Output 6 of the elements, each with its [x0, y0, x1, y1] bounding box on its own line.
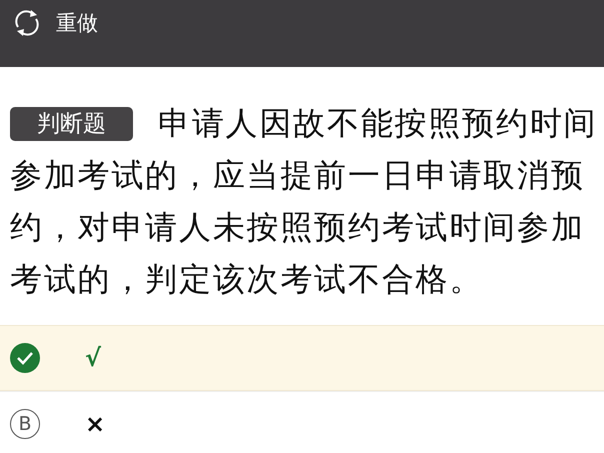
option-letter: B [10, 409, 40, 439]
redo-button[interactable]: 重做 [12, 8, 98, 38]
question-text: 判断题 申请人因故不能按照预约时间参加考试的，应当提前一日申请取消预约，对申请人未按照预约考试时间参加考试的，判定该次考试不合格。 [10, 103, 598, 300]
check-circle-icon [10, 343, 40, 373]
answer-option[interactable]: √ [0, 325, 604, 391]
answer-option[interactable]: B × [0, 391, 604, 453]
